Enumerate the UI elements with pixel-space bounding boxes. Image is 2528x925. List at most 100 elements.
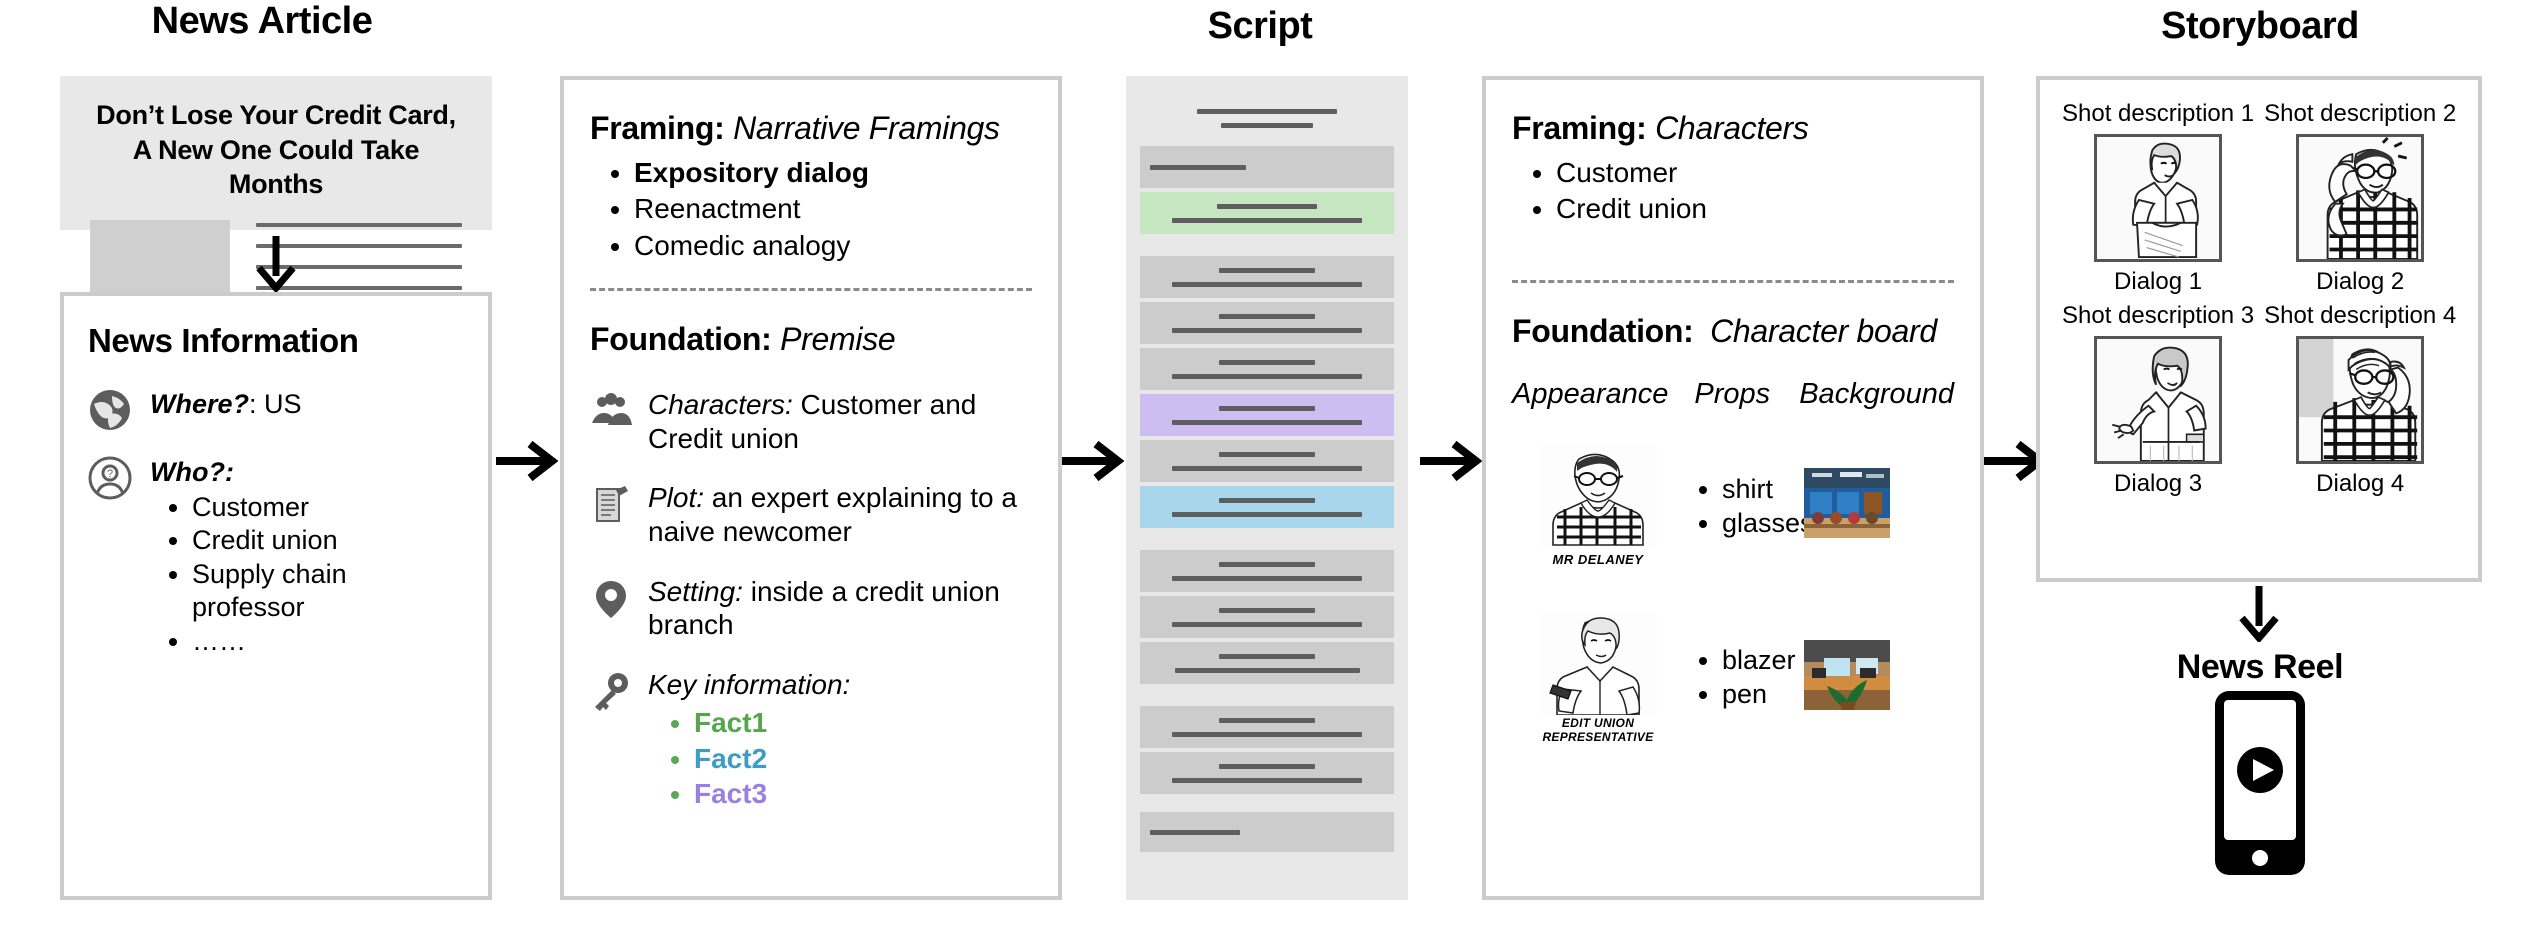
script-text-line <box>1219 451 1315 457</box>
character-2-props: blazer pen <box>1684 643 1804 711</box>
script-text-line <box>1219 359 1315 365</box>
cb-foundation-label: Foundation: <box>1512 312 1694 349</box>
script-block[interactable] <box>1140 256 1394 298</box>
script-text-line <box>1150 164 1246 170</box>
cb-foundation-value: Character board <box>1710 312 1937 349</box>
list-item[interactable]: Reenactment <box>634 191 1032 227</box>
framing-premise-panel: Framing: Narrative Framings Expository d… <box>560 76 1062 900</box>
list-item: blazer <box>1722 643 1804 677</box>
list-item[interactable]: Expository dialog <box>634 155 1032 191</box>
script-text-line <box>1172 777 1362 783</box>
people-icon <box>592 393 632 426</box>
news-reel-title: News Reel <box>2176 648 2344 686</box>
script-scroll-icon <box>596 486 628 523</box>
script-block[interactable] <box>1140 146 1394 188</box>
shot-frame-4 <box>2296 336 2425 464</box>
script-header-block[interactable] <box>1140 94 1394 142</box>
list-item: pen <box>1722 677 1804 711</box>
script-text-line <box>1172 575 1362 581</box>
characters-key: Characters: <box>648 389 793 421</box>
cb-header-background: Background <box>1799 377 1954 410</box>
script-text-line <box>1172 419 1362 425</box>
character-2-background <box>1804 639 1890 715</box>
cb-section-divider <box>1512 279 1954 283</box>
news-article-headline: Don’t Lose Your Credit Card, A New One C… <box>90 98 462 202</box>
foundation-label: Foundation: <box>590 321 772 358</box>
shot-description-1: Shot description 1 <box>2062 100 2255 127</box>
who-list: Customer Credit union Supply chain profe… <box>150 491 464 658</box>
list-item: …… <box>192 625 464 658</box>
character-1-props: shirt glasses <box>1684 472 1814 540</box>
script-text-line <box>1172 511 1362 517</box>
arrow-down-icon <box>256 236 296 292</box>
script-block-list[interactable] <box>1140 94 1394 852</box>
woman-blazer-sketch <box>1539 610 1657 716</box>
woman-standing-sketch <box>2097 137 2220 259</box>
script-text-line <box>1219 267 1315 273</box>
script-block[interactable] <box>1140 752 1394 794</box>
dialog-2: Dialog 2 <box>2316 268 2405 295</box>
script-block[interactable] <box>1140 440 1394 482</box>
cb-framing-heading: Framing: Characters <box>1512 110 1954 147</box>
character-row-2: EDIT UNION REPRESENTATIVE blazer pen <box>1512 610 1954 744</box>
premise-setting-row: Setting: inside a credit union branch <box>590 575 1032 642</box>
storyboard-cell-1[interactable]: Shot description 1 Dialog 1 <box>2062 100 2254 296</box>
script-text-line <box>1172 731 1362 737</box>
script-block[interactable] <box>1140 596 1394 638</box>
framing-label: Framing: <box>590 110 725 146</box>
script-spacer <box>1140 688 1394 706</box>
character-1-appearance: MR DELANEY <box>1512 444 1684 567</box>
key-facts-list: Fact1 Fact2 Fact3 <box>648 705 850 811</box>
smartphone-play-icon[interactable] <box>2212 688 2308 878</box>
script-block[interactable] <box>1140 486 1394 528</box>
who-label: Who?: <box>150 457 234 487</box>
list-item: Fact2 <box>694 741 850 776</box>
list-item: Customer <box>1556 155 1954 191</box>
character-row-1: MR DELANEY shirt glasses <box>1512 444 1954 567</box>
plot-key: Plot: <box>648 482 705 514</box>
storyboard-cell-2[interactable]: Shot description 2 Dialog 2 <box>2264 100 2456 296</box>
script-block[interactable] <box>1140 394 1394 436</box>
script-block[interactable] <box>1140 348 1394 390</box>
cb-header-props: Props <box>1694 377 1771 410</box>
headline-line-2: A New One Could Take Months <box>132 134 420 200</box>
framing-heading: Framing: Narrative Framings <box>590 110 1032 147</box>
premise-plot-text: Plot: an expert explaining to a naive ne… <box>648 481 1032 548</box>
character-2-caption: EDIT UNION REPRESENTATIVE <box>1542 715 1654 744</box>
cb-framing-value: Characters <box>1655 110 1809 146</box>
dialog-4: Dialog 4 <box>2316 470 2405 497</box>
premise-characters-row: Characters: Customer and Credit union <box>590 388 1032 455</box>
storyboard-cell-3[interactable]: Shot description 3 Dialog 3 <box>2062 302 2254 498</box>
script-block[interactable] <box>1140 550 1394 592</box>
foundation-heading: Foundation: Premise <box>590 321 1032 358</box>
script-block[interactable] <box>1140 192 1394 234</box>
setting-key: Setting: <box>648 575 743 607</box>
script-block[interactable] <box>1140 302 1394 344</box>
list-item: Fact1 <box>694 705 850 740</box>
script-text-line <box>1150 829 1240 835</box>
script-text-line <box>1174 667 1360 673</box>
news-info-who-row: ? Who?: Customer Credit union Supply cha… <box>88 456 464 658</box>
foundation-value: Premise <box>780 321 896 358</box>
script-block[interactable] <box>1140 706 1394 748</box>
list-item: shirt <box>1722 472 1804 506</box>
shot-frame-2 <box>2296 134 2425 262</box>
premise-setting-text: Setting: inside a credit union branch <box>648 575 1032 642</box>
woman-gesturing-sketch <box>2097 339 2220 462</box>
script-block[interactable] <box>1140 642 1394 684</box>
arrow-down-icon-news-reel <box>2239 586 2279 642</box>
arrow-right-icon-3 <box>1420 440 1482 482</box>
premise-plot-row: Plot: an expert explaining to a naive ne… <box>590 481 1032 548</box>
storyboard-cell-4[interactable]: Shot description 4 Dialog 4 <box>2264 302 2456 498</box>
script-text-line <box>1219 497 1315 503</box>
list-item[interactable]: Comedic analogy <box>634 228 1032 264</box>
premise-characters-text: Characters: Customer and Credit union <box>648 388 1032 455</box>
cb-column-headers: Appearance Props Background <box>1512 378 1954 411</box>
script-block[interactable] <box>1140 812 1394 852</box>
list-item: Supply chain professor <box>192 558 464 625</box>
headline-line-1: Don’t Lose Your Credit Card, <box>96 100 456 130</box>
globe-icon <box>90 390 130 430</box>
script-text-line <box>1172 217 1362 223</box>
storyboard-panel: Shot description 1 Dialog 1 Shot descrip… <box>2036 76 2482 582</box>
storyboard-grid: Shot description 1 Dialog 1 Shot descrip… <box>2062 100 2456 498</box>
